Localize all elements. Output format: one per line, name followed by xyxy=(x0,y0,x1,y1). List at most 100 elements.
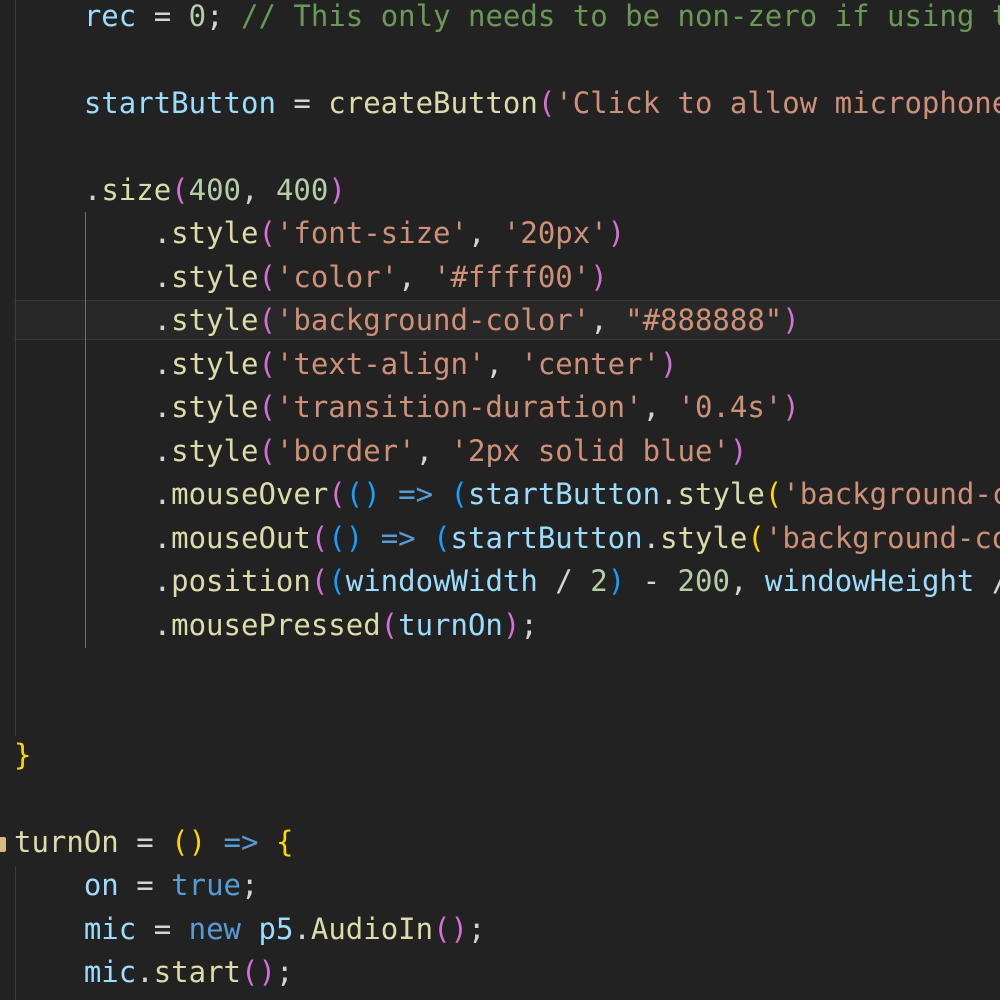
token-b2: ) xyxy=(782,303,799,337)
token-b2: ( xyxy=(258,434,275,468)
token-b2: ( xyxy=(258,390,275,424)
code-line-13[interactable]: .position((windowWidth / 2) - 200, windo… xyxy=(14,560,1000,603)
token-w: . xyxy=(293,912,310,946)
token-w: / xyxy=(974,564,1000,598)
token-w: . xyxy=(14,608,171,642)
code-line-3[interactable] xyxy=(14,125,1000,168)
token-w xyxy=(416,521,433,555)
token-f: style xyxy=(171,216,258,250)
token-b2: ) xyxy=(608,216,625,250)
token-b2: ( xyxy=(258,260,275,294)
code-line-16[interactable] xyxy=(14,691,1000,734)
token-w xyxy=(433,477,450,511)
token-w: . xyxy=(136,955,153,989)
token-w: , xyxy=(730,564,765,598)
token-f: size xyxy=(101,173,171,207)
token-b2: ) xyxy=(328,173,345,207)
code-line-12[interactable]: .mouseOut(() => (startButton.style('back… xyxy=(14,517,1000,560)
code-line-8[interactable]: .style('text-align', 'center') xyxy=(14,343,1000,386)
token-f: style xyxy=(678,477,765,511)
code-line-20[interactable]: on = true; xyxy=(14,864,1000,907)
token-b2: ( xyxy=(258,303,275,337)
token-k: => xyxy=(224,825,259,859)
token-w: . xyxy=(14,173,101,207)
code-line-21[interactable]: mic = new p5.AudioIn(); xyxy=(14,908,1000,951)
token-w xyxy=(14,912,84,946)
token-w: , xyxy=(468,216,503,250)
token-w: , xyxy=(416,434,451,468)
token-f: AudioIn xyxy=(311,912,433,946)
token-b2: ( xyxy=(258,347,275,381)
code-line-5[interactable]: .style('font-size', '20px') xyxy=(14,212,1000,255)
code-line-17[interactable]: } xyxy=(14,734,1000,777)
token-w xyxy=(363,521,380,555)
token-w: ; xyxy=(241,868,258,902)
token-w: ; xyxy=(520,608,537,642)
token-v: turnOn xyxy=(398,608,503,642)
token-w: . xyxy=(14,303,171,337)
token-w: . xyxy=(660,477,677,511)
token-s: 'background-color' xyxy=(276,303,590,337)
token-v: mic xyxy=(84,912,136,946)
code-line-4[interactable]: .size(400, 400) xyxy=(14,169,1000,212)
token-w: = xyxy=(119,825,171,859)
token-v: rec xyxy=(84,0,136,33)
token-w: , xyxy=(398,260,433,294)
token-v: startButton xyxy=(84,86,276,120)
code-line-22[interactable]: mic.start(); xyxy=(14,951,1000,994)
code-line-0[interactable]: rec = 0; // This only needs to be non-ze… xyxy=(14,0,1000,38)
token-k: => xyxy=(398,477,433,511)
code-line-2[interactable]: startButton = createButton('Click to all… xyxy=(14,82,1000,125)
token-w: , xyxy=(643,390,678,424)
code-line-19[interactable]: turnOn = () => { xyxy=(14,821,1000,864)
token-f: style xyxy=(171,434,258,468)
token-b2: ( xyxy=(311,564,328,598)
token-b3: ( xyxy=(433,521,450,555)
token-b2: ( xyxy=(258,216,275,250)
token-w: . xyxy=(14,564,171,598)
code-line-6[interactable]: .style('color', '#ffff00') xyxy=(14,256,1000,299)
code-line-10[interactable]: .style('border', '2px solid blue') xyxy=(14,430,1000,473)
token-w: = xyxy=(119,868,171,902)
token-v: mic xyxy=(84,955,136,989)
token-v: on xyxy=(84,868,119,902)
code-line-18[interactable] xyxy=(14,777,1000,820)
token-s: 'color' xyxy=(276,260,398,294)
token-b2: ( xyxy=(171,173,188,207)
token-f: style xyxy=(171,260,258,294)
code-editor[interactable]: rec = 0; // This only needs to be non-ze… xyxy=(0,0,1000,1000)
code-line-11[interactable]: .mouseOver(() => (startButton.style('bac… xyxy=(14,473,1000,516)
token-w: = xyxy=(276,86,328,120)
token-f: style xyxy=(171,303,258,337)
token-s: 'transition-duration' xyxy=(276,390,643,424)
token-c: // This only needs to be non-zero if usi… xyxy=(241,0,1000,33)
token-w: . xyxy=(14,434,171,468)
token-w: . xyxy=(643,521,660,555)
token-n: 200 xyxy=(678,564,730,598)
token-b2: ( xyxy=(538,86,555,120)
token-w xyxy=(14,868,84,902)
token-w: , xyxy=(590,303,625,337)
token-w xyxy=(14,955,84,989)
token-b2: ( xyxy=(381,608,398,642)
token-w xyxy=(14,86,84,120)
token-s: '#ffff00' xyxy=(433,260,590,294)
token-b1: () xyxy=(171,825,206,859)
code-line-15[interactable] xyxy=(14,647,1000,690)
token-w xyxy=(14,0,84,33)
token-s: 'background-color' xyxy=(782,477,1000,511)
token-b2: () xyxy=(433,912,468,946)
code-line-7[interactable]: .style('background-color', "#888888") xyxy=(14,299,1000,342)
code-line-9[interactable]: .style('transition-duration', '0.4s') xyxy=(14,386,1000,429)
code-line-1[interactable] xyxy=(14,38,1000,81)
token-s: 'font-size' xyxy=(276,216,468,250)
token-b2: ) xyxy=(590,260,607,294)
token-s: "#888888" xyxy=(625,303,782,337)
token-f: turnOn xyxy=(14,825,119,859)
token-b2: ) xyxy=(503,608,520,642)
token-s: 'center' xyxy=(520,347,660,381)
token-w: , xyxy=(241,173,276,207)
token-v: p5 xyxy=(258,912,293,946)
code-line-14[interactable]: .mousePressed(turnOn); xyxy=(14,604,1000,647)
token-f: position xyxy=(171,564,311,598)
